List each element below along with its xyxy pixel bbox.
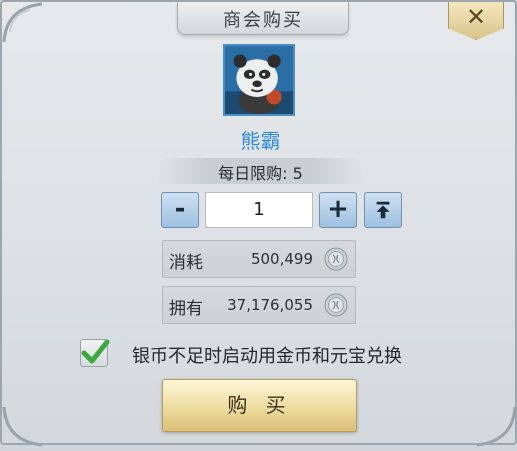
purchase-dialog: 商会购买 ✕ 熊霸 每日限购: 5 - 1 + 消耗 500,499 拥有 37… xyxy=(0,0,517,447)
corner-ornament-icon xyxy=(2,2,46,46)
max-arrow-icon xyxy=(376,201,390,219)
panda-warrior-portrait-icon xyxy=(223,44,295,116)
owned-value: 37,176,055 xyxy=(227,296,313,314)
item-name: 熊霸 xyxy=(240,129,281,153)
minus-icon: - xyxy=(174,194,186,224)
title-bar: 商会购买 xyxy=(177,2,349,35)
buy-button-label: 购 买 xyxy=(227,393,292,417)
corner-ornament-icon xyxy=(2,403,46,447)
owned-label: 拥有 xyxy=(169,299,203,319)
daily-limit-label: 每日限购: 5 xyxy=(218,164,303,183)
buy-button[interactable]: 购 买 xyxy=(162,379,357,432)
max-quantity-button[interactable] xyxy=(364,192,402,228)
checkmark-icon xyxy=(81,339,110,364)
cost-value: 500,499 xyxy=(250,250,313,268)
auto-exchange-checkbox[interactable] xyxy=(80,339,110,367)
close-button[interactable]: ✕ xyxy=(448,2,504,40)
increase-button[interactable]: + xyxy=(319,192,357,228)
silver-coin-icon xyxy=(324,293,348,317)
cost-label: 消耗 xyxy=(169,253,203,273)
owned-row: 拥有 37,176,055 xyxy=(162,286,356,324)
cost-row: 消耗 500,499 xyxy=(162,240,356,278)
auto-exchange-label: 银币不足时启动用金币和元宝兑换 xyxy=(132,346,402,367)
dialog-title: 商会购买 xyxy=(223,10,303,31)
plus-icon: + xyxy=(327,194,349,224)
close-icon: ✕ xyxy=(465,3,487,31)
corner-ornament-icon xyxy=(473,403,517,447)
silver-coin-icon xyxy=(324,247,348,271)
quantity-input[interactable]: 1 xyxy=(205,192,313,228)
decrease-button[interactable]: - xyxy=(161,192,199,228)
